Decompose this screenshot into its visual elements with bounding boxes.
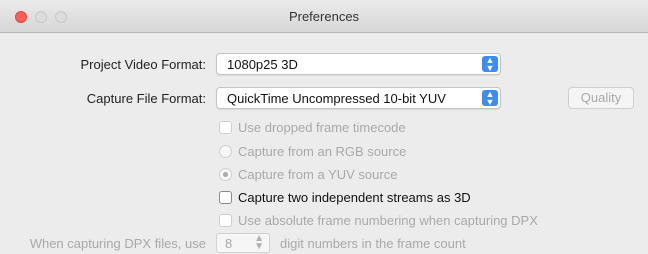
- checkbox-box: [219, 191, 232, 204]
- dpx-suffix-label: digit numbers in the frame count: [280, 236, 466, 251]
- project-video-format-select[interactable]: 1080p25 3D ▲ ▼: [216, 53, 501, 75]
- capture-rgb-label: Capture from an RGB source: [238, 144, 407, 159]
- capture-file-format-select[interactable]: QuickTime Uncompressed 10-bit YUV ▲ ▼: [216, 87, 501, 109]
- capture-file-format-label: Capture File Format:: [86, 91, 206, 106]
- title-bar: Preferences: [0, 0, 648, 33]
- radio-circle: [219, 145, 232, 158]
- capture-yuv-label: Capture from a YUV source: [238, 167, 398, 182]
- absolute-frame-numbering-label: Use absolute frame numbering when captur…: [238, 213, 538, 228]
- dpx-prefix-label: When capturing DPX files, use: [29, 236, 206, 251]
- stepper-arrows-icon: ▲ ▼: [254, 233, 264, 252]
- chevron-updown-icon: ▲ ▼: [482, 56, 498, 73]
- checkbox-box: [219, 121, 232, 134]
- quality-button[interactable]: Quality: [568, 87, 634, 109]
- project-video-format-label: Project Video Format:: [80, 57, 206, 72]
- dpx-digits-stepper[interactable]: 8 ▲ ▼: [216, 233, 270, 253]
- chevron-updown-icon: ▲ ▼: [482, 90, 498, 107]
- checkbox-box: [219, 214, 232, 227]
- project-video-format-value: 1080p25 3D: [227, 57, 298, 72]
- two-streams-3d-label: Capture two independent streams as 3D: [238, 190, 471, 205]
- window-title: Preferences: [288, 9, 360, 24]
- capture-file-format-value: QuickTime Uncompressed 10-bit YUV: [227, 91, 446, 106]
- dpx-digits-value: 8: [225, 236, 233, 251]
- radio-circle-selected: [219, 168, 232, 181]
- dropped-frame-timecode-label: Use dropped frame timecode: [238, 120, 406, 135]
